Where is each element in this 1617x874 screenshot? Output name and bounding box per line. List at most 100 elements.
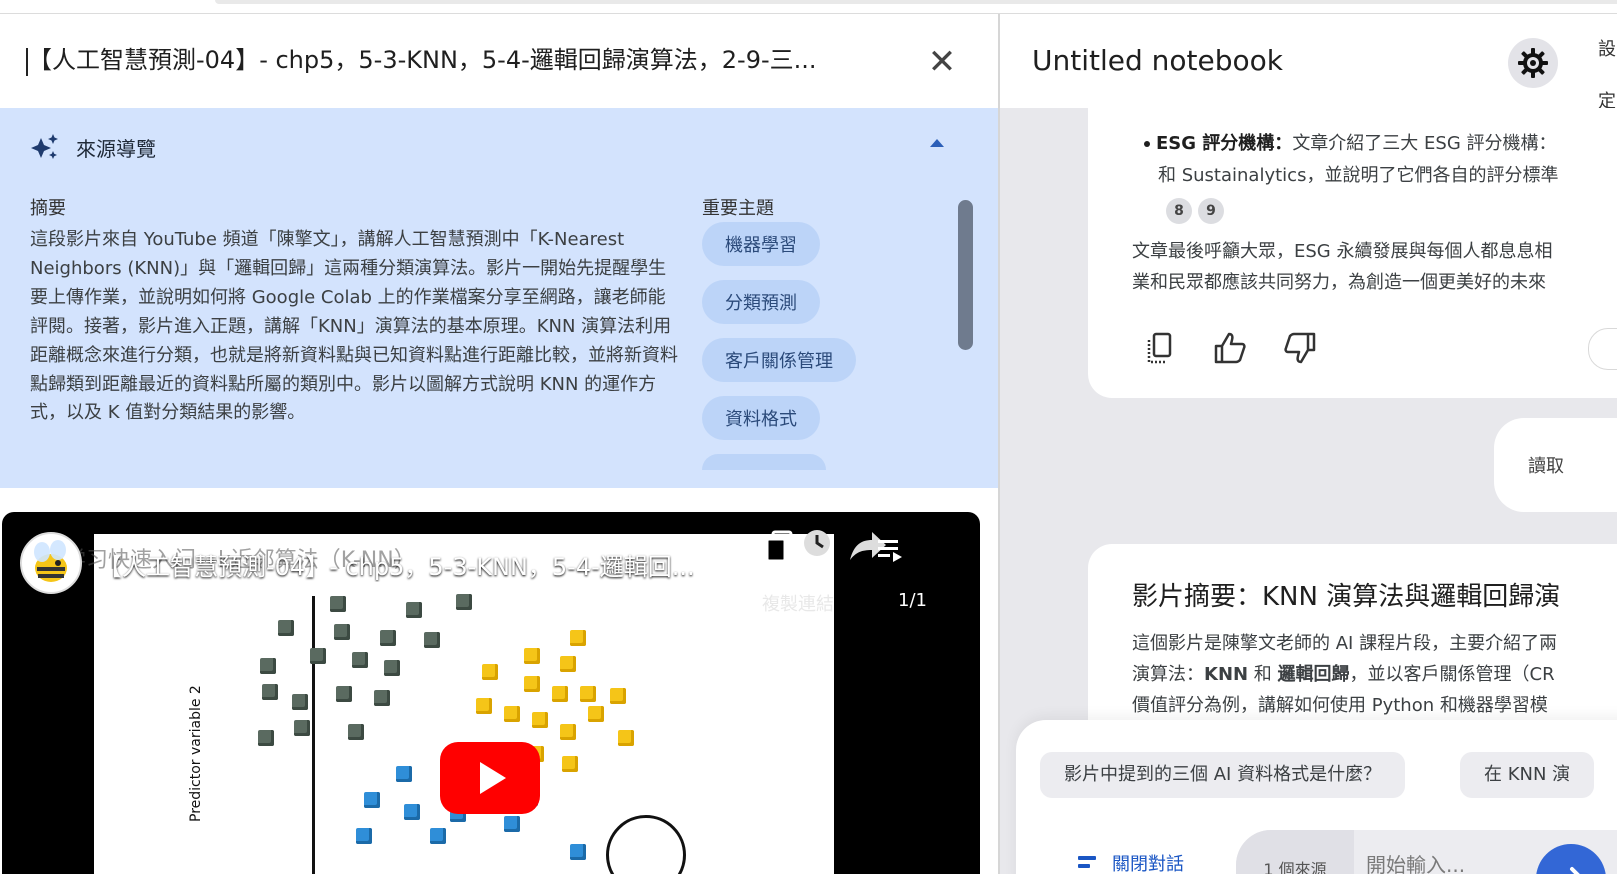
scatter-point (570, 630, 586, 646)
key-topics-label: 重要主題 (702, 198, 774, 219)
bullet-text: 文章介紹了三大 ESG 評分機構： (1292, 133, 1557, 154)
scatter-point (424, 632, 440, 648)
scatter-point (456, 594, 472, 610)
bullet-line-2: 和 Sustainalytics，並說明了它們各自的評分標準 (1158, 165, 1559, 186)
read-aloud-label: 讀取 (1528, 456, 1564, 477)
scatter-point (562, 756, 578, 772)
source-guide: 來源導覽 摘要 這段影片來自 YouTube 頻道「陳擎文」，講解人工智慧預測中… (0, 108, 998, 488)
chat-composer: 影片中提到的三個 AI 資料格式是什麼？ 在 KNN 演 關閉對話 1 個來源 (1016, 720, 1617, 874)
scatter-point (310, 648, 326, 664)
scatter-point (396, 766, 412, 782)
arrow-right-icon (1570, 867, 1580, 874)
source-title: 【人工智慧預測-04】- chp5，5-3-KNN，5-4-邏輯回歸演算法，2-… (28, 46, 817, 74)
scatter-point (560, 656, 576, 672)
scatter-point (352, 652, 368, 668)
scatter-point (356, 828, 372, 844)
esg-bullet: ESG 評分機構：文章介紹了三大 ESG 評分機構： (1144, 128, 1557, 160)
scatter-point (336, 686, 352, 702)
body-text: 演算法： (1132, 664, 1204, 685)
video-title[interactable]: 【人工智慧預測-04】- chp5，5-3-KNN，5-4-邏輯回... (98, 547, 738, 582)
paragraph-line: 業和民眾都應該共同努力，為創造一個更美好的未來 (1132, 272, 1546, 293)
scatter-point (552, 686, 568, 702)
share-playlist-icon[interactable] (848, 530, 904, 564)
topics-scrollbar[interactable] (958, 200, 973, 350)
source-header: 【人工智慧預測-04】- chp5，5-3-KNN，5-4-邏輯回歸演算法，2-… (0, 14, 998, 108)
topic-chip-partial[interactable] (702, 454, 826, 470)
citation-badge[interactable]: 9 (1198, 198, 1224, 224)
scatter-point (504, 816, 520, 832)
thumbs-down-icon[interactable] (1282, 330, 1318, 366)
send-button[interactable] (1536, 844, 1606, 874)
settings-button[interactable] (1508, 38, 1558, 88)
citation-badge[interactable]: 8 (1166, 198, 1192, 224)
scatter-point (330, 596, 346, 612)
scatter-point (524, 676, 540, 692)
scatter-point (430, 828, 446, 844)
scatter-point (404, 804, 420, 820)
topic-chip[interactable]: 客戶關係管理 (702, 338, 856, 382)
scatter-point (380, 630, 396, 646)
collapse-up-icon[interactable] (930, 138, 944, 148)
tab-strip-edge (215, 0, 1617, 4)
copy-link-icon[interactable] (765, 530, 795, 564)
paragraph-line: 文章最後呼籲大眾，ESG 永續發展與每個人都息息相 (1132, 241, 1553, 262)
close-source-button[interactable]: ✕ (927, 45, 957, 79)
scatter-point (258, 730, 274, 746)
body-bold: KNN (1204, 664, 1249, 685)
read-aloud-button[interactable]: 讀取 (1494, 418, 1617, 512)
source-guide-header: 來源導覽 (30, 132, 156, 162)
body-line: 這個影片是陳擎文老師的 AI 課程片段，主要介紹了兩 (1132, 633, 1558, 654)
scatter-point (580, 686, 596, 702)
scatter-point (588, 706, 604, 722)
playlist-position: 1/1 (898, 590, 927, 611)
notebook-header: Untitled notebook 設定 (1000, 14, 1617, 112)
suggested-question[interactable]: 在 KNN 演 (1460, 752, 1595, 798)
topic-chip[interactable]: 分類預測 (702, 280, 820, 324)
channel-avatar[interactable] (20, 532, 82, 594)
scatter-point (406, 602, 422, 618)
summary-text: 這段影片來自 YouTube 頻道「陳擎文」，講解人工智慧預測中「K-Neare… (30, 229, 678, 424)
source-count: 1 個來源 (1236, 830, 1354, 874)
response-actions (1142, 330, 1318, 366)
scatter-point (610, 688, 626, 704)
body-bold: 邏輯回歸 (1277, 664, 1350, 685)
bee-icon (34, 540, 67, 582)
summary-label: 摘要 (30, 198, 66, 219)
body-text: ，並以客戶關係管理（CR (1349, 664, 1555, 685)
save-note-button[interactable] (1588, 328, 1617, 370)
video-frame (94, 534, 834, 874)
scatter-point (476, 698, 492, 714)
notebook-title[interactable]: Untitled notebook (1032, 44, 1283, 77)
chat-response-card: ESG 評分機構：文章介紹了三大 ESG 評分機構： 和 Sustainalyt… (1088, 108, 1617, 398)
response-paragraph: 文章最後呼籲大眾，ESG 永續發展與每個人都息息相 業和民眾都應該共同努力，為創… (1132, 236, 1617, 298)
suggested-question[interactable]: 影片中提到的三個 AI 資料格式是什麼？ (1040, 752, 1406, 798)
scatter-point (482, 664, 498, 680)
close-chat-button[interactable]: 關閉對話 (1076, 850, 1184, 874)
scatter-point (384, 660, 400, 676)
copy-icon[interactable] (1142, 330, 1178, 366)
chat-panel-icon (1078, 856, 1096, 868)
notebook-panel: Untitled notebook 設定 ESG 評分機構：文章介紹了三大 ES… (998, 14, 1617, 874)
browser-top-strip (0, 0, 1617, 14)
sparkle-icon (31, 134, 58, 159)
scatter-point (348, 724, 364, 740)
summary-card-title: 影片摘要：KNN 演算法與邏輯回歸演 (1132, 582, 1561, 612)
watch-later-icon[interactable] (802, 528, 832, 558)
thumbs-up-icon[interactable] (1212, 330, 1248, 366)
chat-input-bar: 1 個來源 (1236, 830, 1617, 874)
y-axis (312, 596, 315, 874)
scatter-point (262, 684, 278, 700)
knn-circle (606, 815, 686, 874)
youtube-play-icon[interactable] (440, 742, 540, 814)
close-chat-label: 關閉對話 (1112, 854, 1184, 874)
summary-card-body: 這個影片是陳擎文老師的 AI 課程片段，主要介紹了兩 演算法：KNN 和 邏輯回… (1132, 628, 1617, 721)
youtube-player[interactable]: 机器学习快速入门—k近邻算法（K-NN） Predictor variable … (2, 512, 980, 874)
topic-chip[interactable]: 機器學習 (702, 222, 820, 266)
scatter-point (374, 690, 390, 706)
topic-chip[interactable]: 資料格式 (702, 396, 820, 440)
copy-link-label[interactable]: 複製連結 (762, 590, 834, 616)
scatter-point (532, 712, 548, 728)
scatter-point (364, 792, 380, 808)
scatter-point (278, 620, 294, 636)
body-line: 演算法：KNN 和 邏輯回歸，並以客戶關係管理（CR (1132, 659, 1617, 690)
